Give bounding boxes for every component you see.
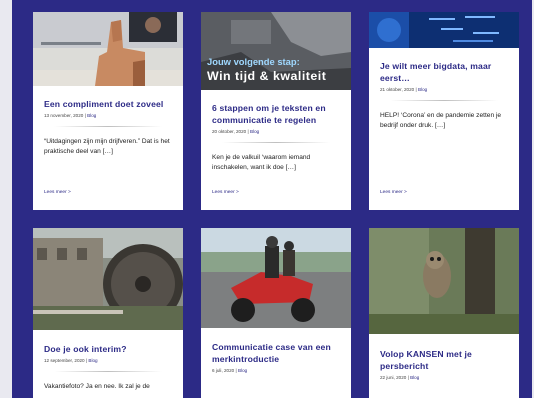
post-meta: 20 oktober, 2020 | Blog bbox=[212, 129, 340, 134]
post-category[interactable]: Blog bbox=[250, 129, 259, 134]
divider bbox=[390, 100, 498, 101]
blog-card[interactable]: Je wilt meer bigdata, maar eerst… 21 okt… bbox=[369, 12, 519, 210]
post-meta: 13 november, 2020 | Blog bbox=[44, 113, 172, 118]
post-thumbnail[interactable] bbox=[369, 12, 519, 48]
post-thumbnail[interactable] bbox=[33, 228, 183, 330]
post-title[interactable]: Communicatie case van een merkintroducti… bbox=[212, 341, 340, 365]
post-thumbnail[interactable]: Jouw volgende stap: Win tijd & kwaliteit bbox=[201, 12, 351, 90]
read-more-link[interactable]: Lees meer > bbox=[212, 190, 239, 195]
meta-separator: | bbox=[247, 129, 249, 134]
image-caption-line1: Jouw volgende stap: bbox=[207, 56, 300, 67]
blog-card[interactable]: Doe je ook interim? 12 september, 2020 |… bbox=[33, 228, 183, 398]
post-title[interactable]: Volop KANSEN met je persbericht bbox=[380, 348, 508, 372]
divider bbox=[222, 142, 330, 143]
blog-card[interactable]: Communicatie case van een merkintroducti… bbox=[201, 228, 351, 398]
blog-card[interactable]: Volop KANSEN met je persbericht 22 juni,… bbox=[369, 228, 519, 398]
post-excerpt: Ken je de valkuil ‘waarom iemand inschak… bbox=[212, 154, 311, 171]
meta-separator: | bbox=[84, 113, 86, 118]
post-date: 12 september, 2020 bbox=[44, 358, 85, 363]
blog-card[interactable]: Een compliment doet zoveel 13 november, … bbox=[33, 12, 183, 210]
post-meta: 6 juli, 2020 | Blog bbox=[212, 368, 340, 373]
divider bbox=[54, 126, 162, 127]
post-category[interactable]: Blog bbox=[87, 113, 96, 118]
post-meta: 12 september, 2020 | Blog bbox=[44, 358, 172, 363]
post-date: 21 oktober, 2020 bbox=[380, 87, 415, 92]
post-title[interactable]: 6 stappen om je teksten en communicatie … bbox=[212, 102, 340, 126]
divider bbox=[54, 371, 162, 372]
post-date: 20 oktober, 2020 bbox=[212, 129, 247, 134]
post-thumbnail[interactable] bbox=[369, 228, 519, 334]
post-date: 13 november, 2020 bbox=[44, 113, 84, 118]
post-category[interactable]: Blog bbox=[88, 358, 97, 363]
post-excerpt: HELP! ‘Corona’ en de pandemie zetten je … bbox=[380, 112, 502, 129]
post-title[interactable]: Je wilt meer bigdata, maar eerst… bbox=[380, 60, 508, 84]
blog-grid: Een compliment doet zoveel 13 november, … bbox=[12, 0, 532, 398]
post-title[interactable]: Doe je ook interim? bbox=[44, 343, 172, 355]
meta-separator: | bbox=[407, 375, 409, 380]
post-thumbnail[interactable] bbox=[201, 228, 351, 328]
post-date: 6 juli, 2020 bbox=[212, 368, 235, 373]
post-category[interactable]: Blog bbox=[418, 87, 427, 92]
image-caption-line2: Win tijd & kwaliteit bbox=[207, 69, 327, 83]
meta-separator: | bbox=[85, 358, 88, 363]
post-excerpt: Vakantiefoto? Ja en nee. Ik zal je de bbox=[44, 383, 150, 390]
post-meta: 21 oktober, 2020 | Blog bbox=[380, 87, 508, 92]
meta-separator: | bbox=[415, 87, 417, 92]
post-excerpt: “Uitdagingen zijn mijn drijfveren.” Dat … bbox=[44, 138, 170, 155]
blog-card[interactable]: Jouw volgende stap: Win tijd & kwaliteit… bbox=[201, 12, 351, 210]
post-date: 22 juni, 2020 bbox=[380, 375, 407, 380]
post-category[interactable]: Blog bbox=[238, 368, 247, 373]
post-meta: 22 juni, 2020 | Blog bbox=[380, 375, 508, 380]
meta-separator: | bbox=[235, 368, 237, 373]
post-thumbnail[interactable] bbox=[33, 12, 183, 86]
read-more-link[interactable]: Lees meer > bbox=[44, 190, 71, 195]
read-more-link[interactable]: Lees meer > bbox=[380, 190, 407, 195]
post-category[interactable]: Blog bbox=[410, 375, 419, 380]
post-title[interactable]: Een compliment doet zoveel bbox=[44, 98, 172, 110]
